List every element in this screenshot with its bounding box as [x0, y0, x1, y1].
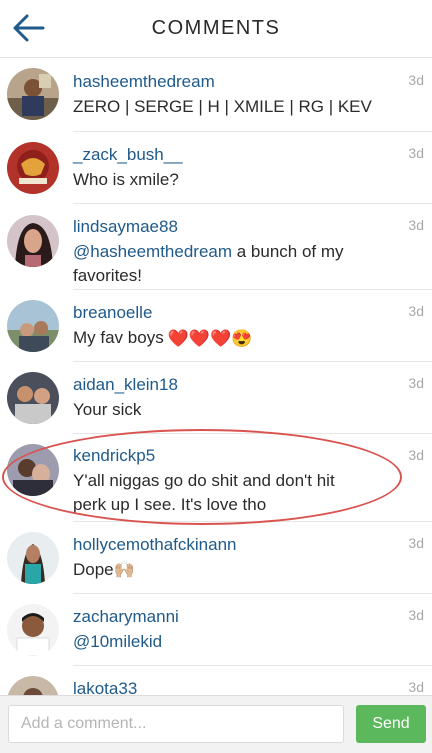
- avatar[interactable]: [7, 215, 59, 267]
- comment-text: Dope🙌🏼: [73, 560, 135, 579]
- send-button[interactable]: Send: [356, 705, 426, 743]
- comment-username[interactable]: lakota33: [73, 679, 137, 695]
- comment-row: _zack_bush__ 3d Who is xmile?: [0, 132, 432, 204]
- comment-row: hasheemthedream 3d ZERO | SERGE | H | XM…: [0, 59, 432, 132]
- comment-text: Y'all niggas go do shit and don't hit: [73, 471, 335, 490]
- comment-input[interactable]: [8, 705, 344, 743]
- comment-emoji: ❤️❤️❤️😍: [167, 328, 253, 348]
- comment-time: 3d: [408, 303, 424, 319]
- back-arrow-icon: [13, 14, 45, 42]
- comment-username[interactable]: aidan_klein18: [73, 375, 178, 395]
- comment-row: lindsaymae88 3d @hasheemthedream a bunch…: [0, 204, 432, 290]
- comment-mention[interactable]: @hasheemthedream: [73, 242, 232, 261]
- comment-username[interactable]: kendrickp5: [73, 446, 155, 466]
- comment-row: lakota33 3d: [0, 666, 432, 695]
- comment-text-part: My fav boys: [73, 328, 164, 347]
- avatar[interactable]: [7, 68, 59, 120]
- comment-username[interactable]: hasheemthedream: [73, 72, 215, 92]
- comment-username[interactable]: breanoelle: [73, 303, 152, 323]
- comment-row: breanoelle 3d My fav boys ❤️❤️❤️😍: [0, 290, 432, 362]
- comment-text: @hasheemthedream a bunch of my: [73, 240, 413, 264]
- comment-mention[interactable]: @10milekid: [73, 632, 162, 651]
- comment-text-line2: perk up I see. It's love tho: [73, 495, 267, 514]
- avatar[interactable]: [7, 676, 59, 695]
- comment-composer: Send: [0, 695, 432, 753]
- header-bar: COMMENTS: [0, 0, 432, 58]
- comment-username[interactable]: hollycemothafckinann: [73, 535, 236, 555]
- comment-row: hollycemothafckinann 3d Dope🙌🏼: [0, 522, 432, 594]
- comment-text-part: a bunch of my: [232, 242, 344, 261]
- avatar[interactable]: [7, 372, 59, 424]
- comment-text: Who is xmile?: [73, 170, 179, 189]
- comment-text: ZERO | SERGE | H | XMILE | RG | KEV: [73, 97, 372, 116]
- comment-username[interactable]: zacharymanni: [73, 607, 179, 627]
- avatar[interactable]: [7, 532, 59, 584]
- comment-time: 3d: [408, 607, 424, 623]
- comment-time: 3d: [408, 447, 424, 463]
- avatar[interactable]: [7, 604, 59, 656]
- comment-row: kendrickp5 3d Y'all niggas go do shit an…: [0, 434, 432, 522]
- comment-text: @10milekid: [73, 630, 413, 654]
- comment-time: 3d: [408, 375, 424, 391]
- comment-time: 3d: [408, 217, 424, 233]
- comment-row: zacharymanni 3d @10milekid: [0, 594, 432, 666]
- comment-time: 3d: [408, 145, 424, 161]
- comment-time: 3d: [408, 535, 424, 551]
- avatar[interactable]: [7, 142, 59, 194]
- comment-row: aidan_klein18 3d Your sick: [0, 362, 432, 434]
- comment-text: My fav boys ❤️❤️❤️😍: [73, 326, 413, 351]
- avatar[interactable]: [7, 444, 59, 496]
- comment-time: 3d: [408, 679, 424, 695]
- avatar[interactable]: [7, 300, 59, 352]
- comment-list[interactable]: hasheemthedream 3d ZERO | SERGE | H | XM…: [0, 59, 432, 695]
- comment-text: Your sick: [73, 400, 142, 419]
- comment-username[interactable]: _zack_bush__: [73, 145, 183, 165]
- comment-time: 3d: [408, 72, 424, 88]
- comment-text-line2: favorites!: [73, 266, 142, 285]
- back-button[interactable]: [10, 11, 48, 45]
- page-title: COMMENTS: [151, 17, 281, 39]
- comment-username[interactable]: lindsaymae88: [73, 217, 178, 237]
